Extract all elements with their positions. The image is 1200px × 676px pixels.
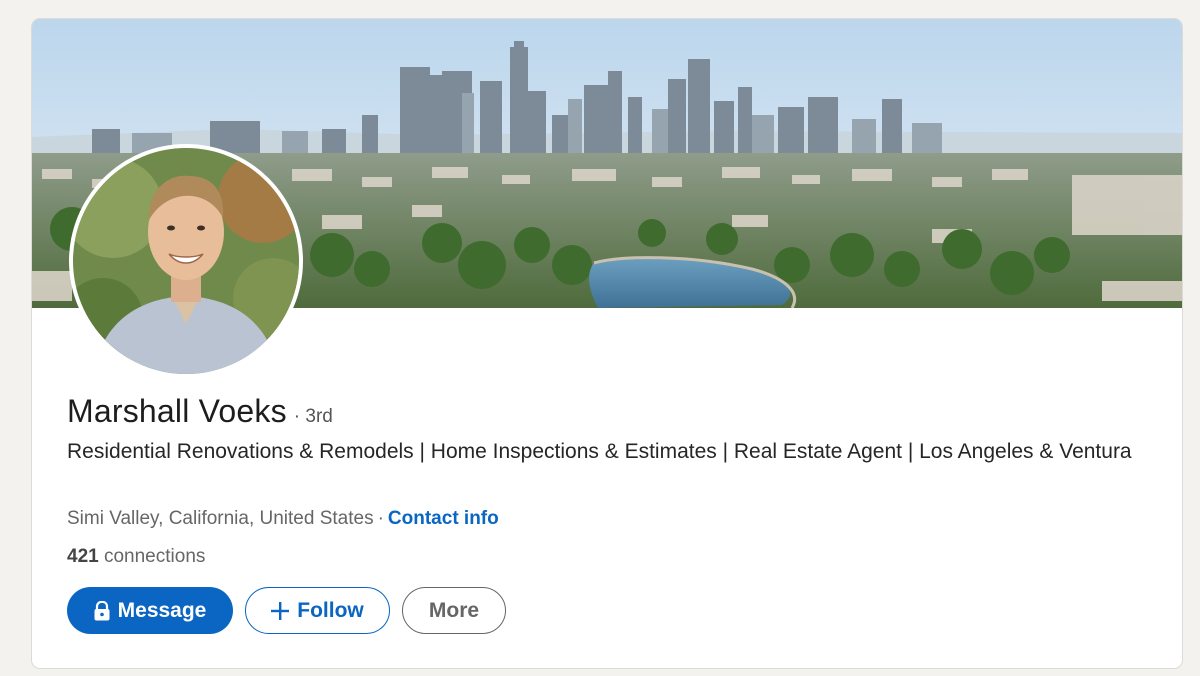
profile-name-row: Marshall Voeks · 3rd: [67, 393, 333, 430]
connections-number: 421: [67, 546, 99, 567]
contact-info-link[interactable]: Contact info: [388, 508, 499, 529]
profile-name: Marshall Voeks: [67, 393, 287, 429]
follow-button-label: Follow: [297, 598, 364, 622]
profile-photo: [73, 148, 299, 374]
connection-degree: · 3rd: [293, 406, 333, 427]
more-button-label: More: [428, 598, 480, 622]
connections-count: 421 connections: [67, 546, 205, 568]
more-button[interactable]: More: [402, 587, 506, 634]
profile-avatar[interactable]: [69, 144, 303, 378]
location-row: Simi Valley, California, United States · C…: [67, 508, 499, 530]
profile-location: Simi Valley, California, United States: [67, 508, 374, 529]
connections-label: connections: [103, 546, 206, 567]
profile-actions: Message Follow More: [67, 587, 506, 634]
message-button-label: Message: [117, 598, 207, 622]
lock-icon: [94, 600, 110, 621]
location-separator: ·: [377, 508, 384, 529]
profile-headline: Residential Renovations & Remodels | Hom…: [67, 440, 1132, 463]
profile-card: Marshall Voeks · 3rd Residential Renovat…: [31, 18, 1183, 669]
plus-icon: [271, 601, 290, 620]
message-button[interactable]: Message: [67, 587, 233, 634]
follow-button[interactable]: Follow: [245, 587, 390, 634]
